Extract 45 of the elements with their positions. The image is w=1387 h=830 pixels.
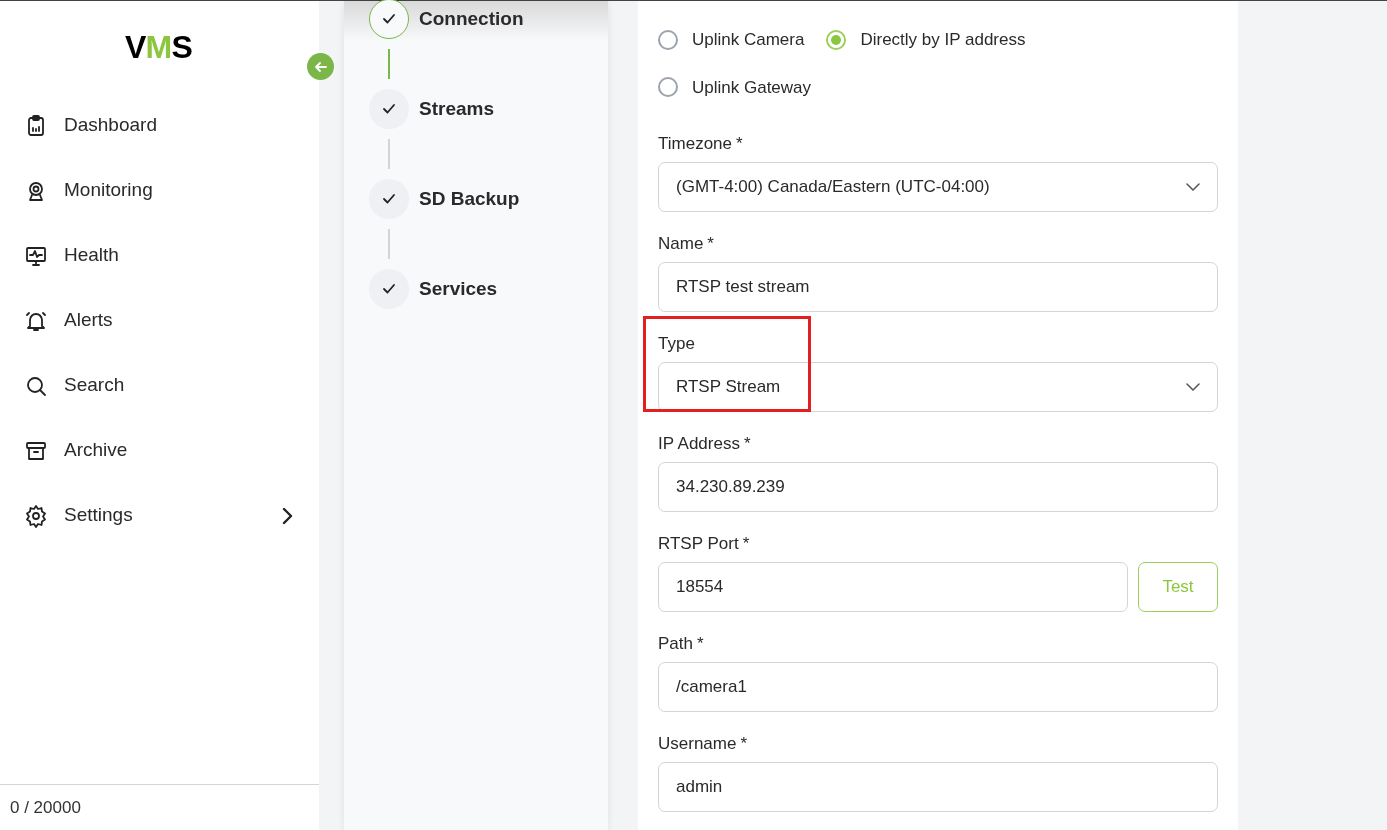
nav-item[interactable]: Monitoring [0, 158, 319, 223]
input-field[interactable]: admin [658, 762, 1218, 812]
arrow-left-icon [313, 59, 328, 74]
collapse-button[interactable] [307, 53, 334, 80]
nav-item[interactable]: Health [0, 223, 319, 288]
input-field[interactable]: 18554 [658, 562, 1128, 612]
step-label[interactable]: SD Backup [419, 184, 520, 214]
field-label: RTSP Port [658, 534, 739, 554]
logo-letter: M [145, 29, 172, 65]
required-asterisk: * [707, 234, 714, 254]
nav-item[interactable]: Settings [0, 483, 319, 548]
radio-option[interactable]: Uplink Camera [658, 27, 805, 53]
field-label: IP Address [658, 434, 740, 454]
nav-item[interactable]: Alerts [0, 288, 319, 353]
input-field[interactable]: 34.230.89.239 [658, 462, 1218, 512]
chevron-down-icon [1186, 183, 1200, 191]
required-asterisk: * [742, 534, 750, 554]
field-label: Timezone [658, 134, 732, 154]
select-field[interactable]: (GMT-4:00) Canada/Eastern (UTC-04:00) [658, 162, 1218, 212]
radio-button[interactable] [658, 77, 678, 98]
radio-option[interactable]: Uplink Gateway [658, 74, 812, 100]
field-label: Name [658, 234, 704, 254]
required-asterisk: * [697, 634, 704, 654]
radio-button[interactable] [658, 29, 678, 50]
select-field[interactable]: RTSP Stream [658, 362, 1218, 412]
nav-item[interactable]: Dashboard [0, 93, 319, 158]
credits-count: 0 / 20000 [10, 798, 81, 817]
field-label: Username [658, 734, 737, 754]
input-field[interactable]: RTSP test stream [658, 262, 1218, 312]
settings-icon [24, 503, 48, 528]
step-label[interactable]: Services [419, 274, 498, 304]
required-asterisk: * [743, 434, 751, 454]
required-asterisk: * [740, 734, 748, 754]
step-label[interactable]: Streams [419, 94, 494, 124]
chevron-down-icon [1186, 383, 1200, 391]
radio-option[interactable]: Directly by IP address [826, 27, 1026, 53]
input-field[interactable]: /camera1 [658, 662, 1218, 712]
required-asterisk: * [736, 134, 743, 154]
nav-item[interactable]: Archive [0, 418, 319, 483]
nav-item[interactable]: Search [0, 353, 319, 418]
logo-letter: S [171, 29, 192, 65]
field-label: Type [658, 334, 695, 354]
field-label: Path [658, 634, 693, 654]
logo-letter: V [125, 29, 146, 65]
radio-button[interactable] [826, 29, 847, 50]
